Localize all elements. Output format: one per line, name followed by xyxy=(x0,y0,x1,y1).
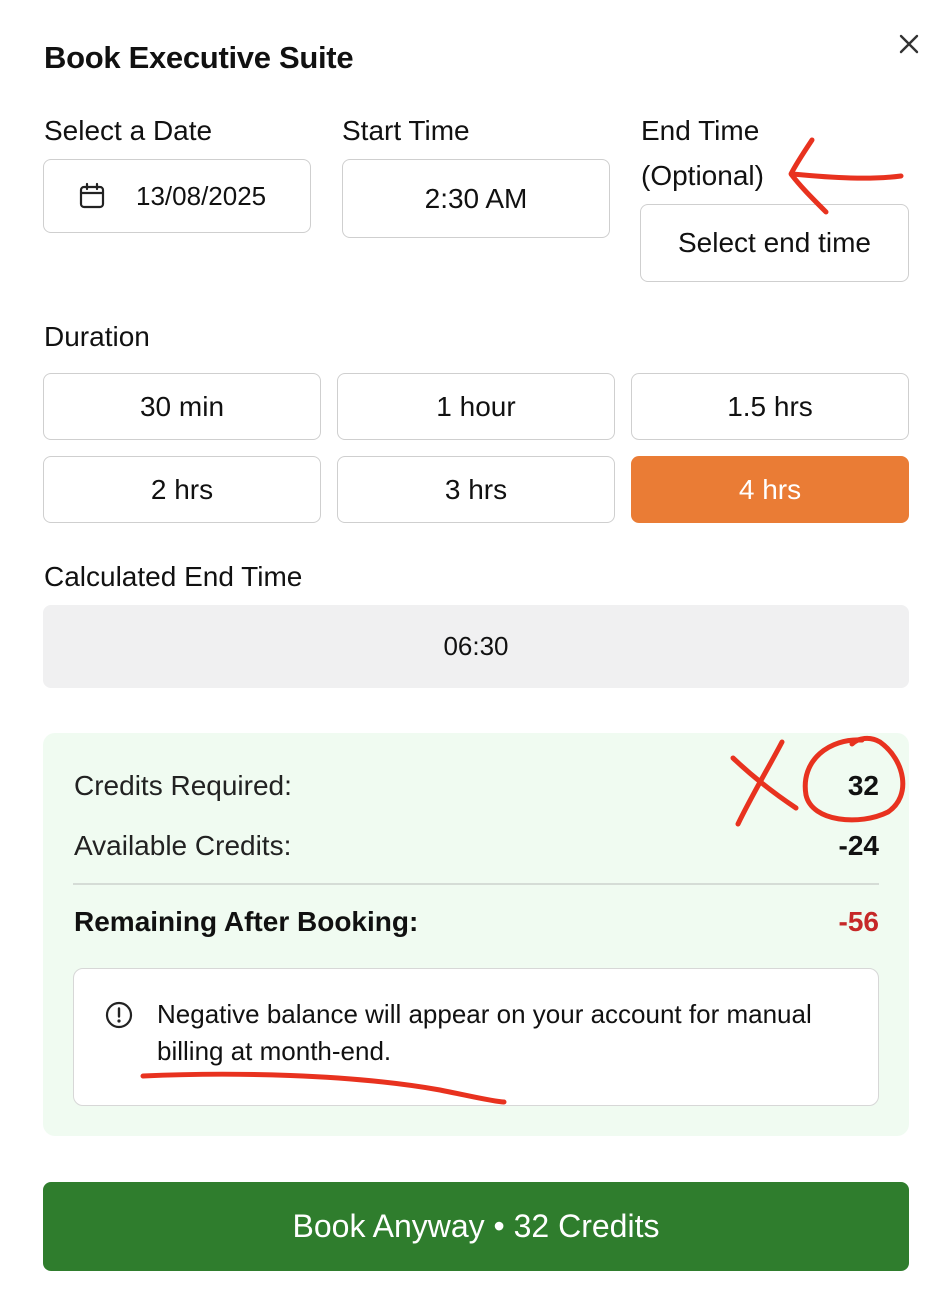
duration-1-hour-button[interactable]: 1 hour xyxy=(337,373,615,440)
duration-3-hrs-button[interactable]: 3 hrs xyxy=(337,456,615,523)
calendar-icon xyxy=(78,182,106,210)
duration-30-min-button[interactable]: 30 min xyxy=(43,373,321,440)
close-icon[interactable] xyxy=(895,30,923,58)
end-time-label: End Time xyxy=(641,115,760,146)
duration-label: Duration xyxy=(44,321,150,352)
start-time-label: Start Time xyxy=(342,115,470,146)
available-credits-label: Available Credits: xyxy=(74,830,292,861)
credits-required-label: Credits Required: xyxy=(74,770,292,801)
calculated-end-time-value: 06:30 xyxy=(43,605,909,688)
duration-4-hrs-button[interactable]: 4 hrs xyxy=(631,456,909,523)
end-time-field[interactable]: Select end time xyxy=(640,204,909,282)
credits-divider xyxy=(73,883,879,885)
dialog-title: Book Executive Suite xyxy=(44,40,354,75)
duration-2-hrs-button[interactable]: 2 hrs xyxy=(43,456,321,523)
date-value: 13/08/2025 xyxy=(136,180,267,211)
remaining-after-booking-label: Remaining After Booking: xyxy=(74,906,419,937)
warning-text: Negative balance will appear on your acc… xyxy=(157,999,812,1066)
duration-1-5-hrs-button[interactable]: 1.5 hrs xyxy=(631,373,909,440)
alert-circle-icon xyxy=(104,1000,134,1035)
available-credits-value: -24 xyxy=(838,830,879,861)
start-time-value: 2:30 AM xyxy=(424,182,528,214)
end-time-placeholder: Select end time xyxy=(678,227,871,258)
arrow-annotation xyxy=(788,137,904,215)
remaining-after-booking-value: -56 xyxy=(838,906,879,937)
book-anyway-button[interactable]: Book Anyway • 32 Credits xyxy=(43,1182,909,1271)
start-time-field[interactable]: 2:30 AM xyxy=(342,159,610,238)
end-time-optional-label: (Optional) xyxy=(641,160,764,191)
calculated-end-time-label: Calculated End Time xyxy=(44,561,303,592)
date-label: Select a Date xyxy=(44,115,213,146)
credits-required-value: 32 xyxy=(847,770,879,801)
date-picker[interactable]: 13/08/2025 xyxy=(43,159,311,233)
